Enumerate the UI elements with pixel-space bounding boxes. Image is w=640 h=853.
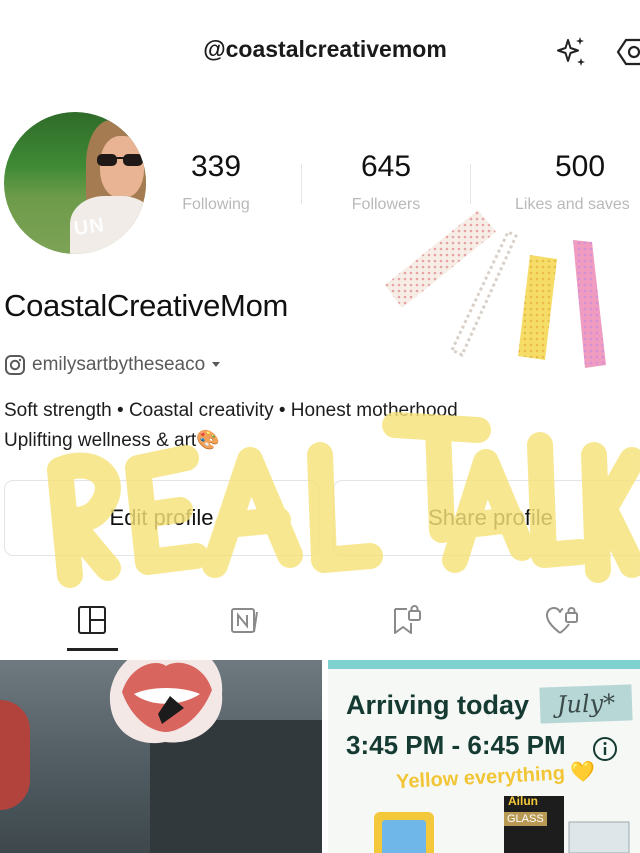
post-top-bar: [328, 660, 640, 669]
post-thumbnail[interactable]: [0, 660, 322, 853]
bookmark-lock-icon: [394, 605, 421, 634]
stat-divider: [301, 164, 302, 204]
product-label: GLASS: [504, 812, 547, 826]
tab-collections[interactable]: [386, 600, 426, 640]
grid-icon: [78, 606, 106, 634]
likes-count[interactable]: 500: [530, 150, 630, 184]
arriving-title: Arriving today: [346, 690, 530, 720]
sparkle-icon[interactable]: [552, 34, 588, 70]
tab-notes[interactable]: [224, 600, 264, 640]
tab-posts[interactable]: [72, 600, 112, 640]
followers-label[interactable]: Followers: [336, 196, 436, 214]
caret-down-icon: [212, 362, 221, 367]
bio-line: Uplifting wellness & art🎨: [4, 430, 220, 451]
instagram-link[interactable]: emilysartbytheseaco: [4, 352, 221, 378]
tab-liked[interactable]: [542, 600, 582, 640]
heart-lock-icon: [546, 607, 578, 634]
display-name: CoastalCreativeMom: [4, 288, 289, 323]
followers-count[interactable]: 645: [336, 150, 436, 184]
settings-icon[interactable]: [616, 34, 640, 70]
product-brand: Ailun: [508, 794, 538, 808]
notes-icon: [231, 608, 258, 633]
profile-handle: @coastalcreativemom: [203, 36, 447, 62]
instagram-icon: [5, 355, 25, 375]
instagram-handle: emilysartbytheseaco: [32, 354, 206, 375]
share-profile-button[interactable]: Share profile: [333, 480, 640, 556]
bio-line: Soft strength • Coastal creativity • Hon…: [4, 400, 458, 421]
stat-divider: [470, 164, 471, 204]
avatar-badge: UN: [72, 213, 107, 241]
delivery-time: 3:45 PM - 6:45 PM: [346, 730, 566, 760]
likes-label[interactable]: Likes and saves: [515, 196, 640, 214]
info-icon: [593, 737, 617, 761]
avatar[interactable]: UN: [4, 112, 146, 254]
washi-tape-strips: [385, 210, 606, 368]
lamp-shade: [0, 700, 30, 810]
tab-selected-indicator: [67, 648, 118, 651]
product-images: [374, 796, 630, 853]
month-tag: July*: [539, 684, 633, 724]
following-label[interactable]: Following: [166, 196, 266, 214]
following-count[interactable]: 339: [166, 150, 266, 184]
lips-sticker: [109, 660, 223, 744]
edit-profile-button[interactable]: Edit profile: [4, 480, 319, 556]
sunglasses-icon: [97, 154, 143, 166]
